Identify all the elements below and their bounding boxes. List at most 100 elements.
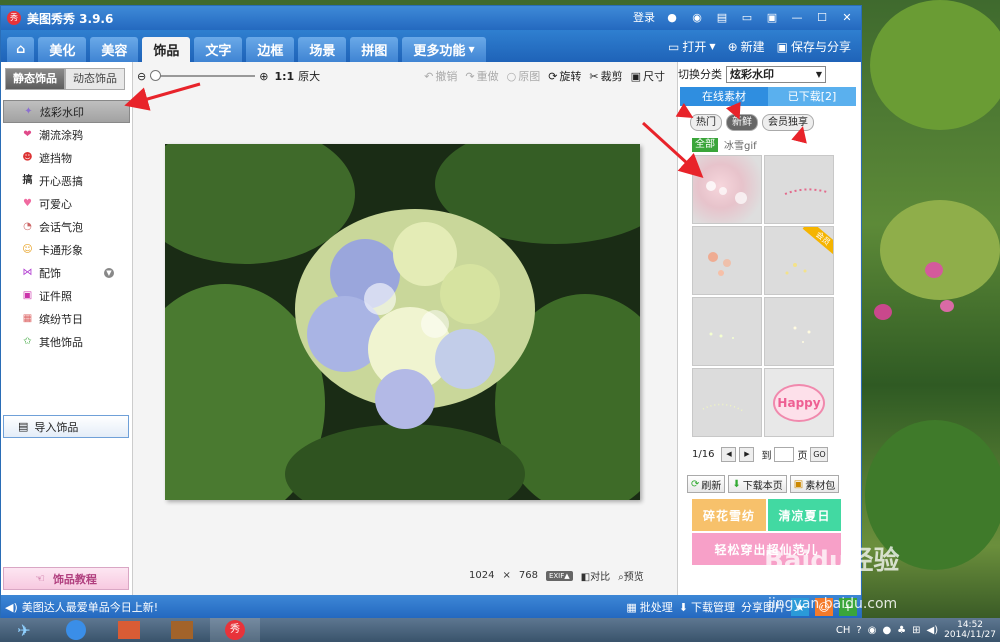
tab-frame[interactable]: 边框 <box>246 37 295 62</box>
tab-static-decorations[interactable]: 静态饰品 <box>5 68 65 90</box>
material-thumbnail[interactable] <box>764 155 834 224</box>
crop-button[interactable]: ✂ 裁剪 <box>589 68 622 84</box>
category-select[interactable]: 炫彩水印 ▼ <box>726 65 826 83</box>
tab-online-materials[interactable]: 在线素材 <box>680 87 768 106</box>
minimize-icon[interactable]: — <box>789 9 805 25</box>
material-thumbnail[interactable] <box>764 297 834 366</box>
material-thumbnail[interactable] <box>692 226 762 295</box>
clock[interactable]: 14:52 2014/11/27 <box>944 620 996 640</box>
category-label: 炫彩水印 <box>40 105 84 119</box>
rotate-button[interactable]: ⟳ 旋转 <box>548 68 581 84</box>
category-item[interactable]: 搞开心恶搞 <box>1 169 132 192</box>
batch-button[interactable]: ▦ 批处理 <box>626 599 672 615</box>
taskbar-meitu[interactable]: 秀 <box>210 618 260 642</box>
material-pack-button[interactable]: ▣ 素材包 <box>789 475 840 493</box>
save-share-button[interactable]: ▣ 保存与分享 <box>777 38 851 55</box>
tray-icon[interactable]: ♣ <box>897 625 906 636</box>
taskbar-app-1[interactable] <box>104 618 154 642</box>
refresh-button[interactable]: ⟳ 刷新 <box>687 475 726 493</box>
category-item[interactable]: ▦ 缤纷节日 <box>1 307 132 330</box>
material-thumbnail[interactable] <box>692 297 762 366</box>
compare-button[interactable]: ◧对比 <box>581 568 610 583</box>
import-icon: ▤ <box>18 420 29 433</box>
home-tab[interactable]: ⌂ <box>7 37 35 62</box>
login-link[interactable]: 登录 <box>633 9 655 25</box>
settings-icon[interactable]: ▣ <box>764 9 780 25</box>
decoration-tutorial-button[interactable]: ☜ 饰品教程 <box>3 567 129 590</box>
original-size-button[interactable]: 原大 <box>298 68 320 84</box>
exif-button[interactable]: EXIF▲ <box>545 570 573 581</box>
tray-icon[interactable]: ⊞ <box>912 625 920 636</box>
preview-button[interactable]: ⌕预览 <box>618 568 644 583</box>
more-features-tab[interactable]: 更多功能 ▼ <box>402 37 486 62</box>
zoom-slider[interactable] <box>150 70 256 81</box>
left-panel: 静态饰品 动态饰品 ✦ 炫彩水印 ❤ 潮流涂鸦 ☻ 遮挡物 搞开心恶搞 ♥ 可爱心 ◔ 会… <box>1 62 133 595</box>
tray-icon[interactable]: ◉ <box>868 625 877 636</box>
redo-button[interactable]: ↷ 重做 <box>465 68 498 84</box>
tab-scene[interactable]: 场景 <box>298 37 347 62</box>
language-indicator[interactable]: CH <box>836 625 851 636</box>
material-thumbnail[interactable]: Happy <box>764 368 834 437</box>
category-item[interactable]: ♥ 可爱心 <box>1 192 132 215</box>
news-ticker[interactable]: 美图达人最爱单品今日上新! <box>22 599 158 615</box>
app-icon <box>118 621 140 639</box>
undo-button[interactable]: ↶ 撤销 <box>424 68 457 84</box>
material-thumbnail[interactable] <box>692 368 762 437</box>
tab-collage[interactable]: 拼图 <box>350 37 399 62</box>
promo-cool-summer[interactable]: 清凉夏日 <box>768 499 841 531</box>
new-button[interactable]: ⊕ 新建 <box>728 38 765 55</box>
prev-page-button[interactable]: ◀ <box>721 447 737 462</box>
tab-beauty[interactable]: 美容 <box>90 37 139 62</box>
photo-canvas[interactable] <box>165 144 640 500</box>
qq-icon[interactable]: ● <box>664 9 680 25</box>
weibo-icon[interactable]: ◉ <box>689 9 705 25</box>
download-page-button[interactable]: ⬇ 下载本页 <box>728 475 787 493</box>
category-item[interactable]: ❤ 潮流涂鸦 <box>1 123 132 146</box>
tab-decoration[interactable]: 饰品 <box>142 37 191 62</box>
tab-dynamic-decorations[interactable]: 动态饰品 <box>65 68 125 90</box>
maximize-icon[interactable]: ☐ <box>814 9 830 25</box>
filter-all[interactable]: 全部 <box>692 137 718 152</box>
zoom-slider-knob[interactable] <box>150 70 162 81</box>
category-item[interactable]: ☺ 卡通形象 <box>1 238 132 261</box>
promo-floral-chiffon[interactable]: 碎花雪纺 <box>692 499 766 531</box>
tray-icon[interactable]: ● <box>882 625 891 636</box>
chip-vip[interactable]: 会员独享 <box>762 114 814 131</box>
help-icon[interactable]: ? <box>856 625 861 636</box>
browser-icon <box>66 620 86 640</box>
taskbar-browser[interactable] <box>51 618 101 642</box>
tab-downloaded[interactable]: 已下载[2] <box>768 87 856 106</box>
category-item[interactable]: ▣ 证件照 <box>1 284 132 307</box>
page-input[interactable] <box>774 447 795 462</box>
image-width: 1024 <box>469 570 495 581</box>
category-item[interactable]: ✦ 炫彩水印 <box>3 100 130 123</box>
open-button[interactable]: ▭ 打开 ▼ <box>668 38 716 55</box>
category-item[interactable]: ⋈ 配饰 ▼ <box>1 261 132 284</box>
category-item[interactable]: ☻ 遮挡物 <box>1 146 132 169</box>
start-button[interactable]: ✈ <box>0 618 48 642</box>
chip-fresh[interactable]: 新鲜 <box>726 114 758 131</box>
zoom-ratio-button[interactable]: 1:1 <box>274 70 294 83</box>
category-item[interactable]: ✩ 其他饰品 <box>1 330 132 353</box>
tab-beautify[interactable]: 美化 <box>38 37 87 62</box>
tab-text[interactable]: 文字 <box>194 37 243 62</box>
expand-icon[interactable]: ▼ <box>104 267 114 278</box>
next-page-button[interactable]: ▶ <box>739 447 755 462</box>
skin-icon[interactable]: ▤ <box>714 9 730 25</box>
material-thumbnail[interactable]: 会员 <box>764 226 834 295</box>
zoom-in-icon[interactable]: ⊕ <box>259 70 268 83</box>
import-decoration-button[interactable]: ▤ 导入饰品 <box>3 415 129 438</box>
chip-hot[interactable]: 热门 <box>690 114 722 131</box>
close-icon[interactable]: ✕ <box>839 9 855 25</box>
message-icon[interactable]: ▭ <box>739 9 755 25</box>
size-button[interactable]: ▣ 尺寸 <box>631 68 665 84</box>
zoom-out-icon[interactable]: ⊖ <box>137 70 146 83</box>
download-manager-button[interactable]: ⬇ 下载管理 <box>679 599 735 615</box>
original-image-button[interactable]: ○ 原图 <box>507 68 541 84</box>
filter-ice-snow[interactable]: 冰雪gif <box>724 137 757 152</box>
volume-icon[interactable]: ◀) <box>927 625 939 636</box>
material-thumbnail[interactable] <box>692 155 762 224</box>
taskbar-app-2[interactable] <box>157 618 207 642</box>
go-button[interactable]: GO <box>810 447 829 462</box>
category-item[interactable]: ◔ 会话气泡 <box>1 215 132 238</box>
